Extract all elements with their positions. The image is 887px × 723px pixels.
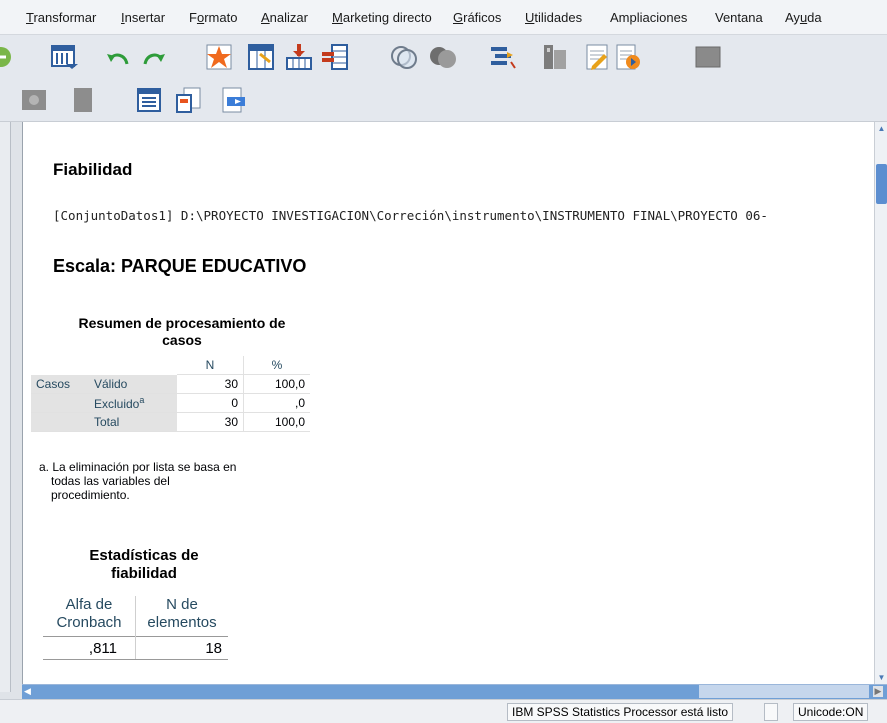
- table-row: ,811 18: [43, 636, 228, 660]
- output-title: Fiabilidad: [53, 160, 133, 179]
- value-labels-icon[interactable]: [540, 42, 570, 72]
- menu-transformar[interactable]: Transformar: [26, 10, 96, 25]
- scroll-up-icon[interactable]: ▲: [877, 124, 886, 133]
- row-group-label: Casos: [31, 374, 89, 394]
- reliability-table-title: Estadísticas de fiabilidad: [89, 547, 199, 582]
- output-viewer: Fiabilidad [ConjuntoDatos1] D:\PROYECTO …: [22, 122, 875, 684]
- cell-pct: 100,0: [243, 374, 310, 394]
- scale-title: Escala: PARQUE EDUCATIVO: [53, 256, 307, 276]
- scroll-left-icon[interactable]: ◀: [24, 686, 31, 697]
- insert-text-icon[interactable]: [219, 85, 249, 115]
- undo-icon[interactable]: [103, 44, 133, 74]
- table-footnote: a. La eliminación por lista se basa en t…: [39, 460, 237, 502]
- table-row: Total 30 100,0: [31, 412, 310, 432]
- spell-check-icon[interactable]: [613, 42, 643, 72]
- reliability-stats-table: Alfa de Cronbach N de elementos ,811 18: [43, 596, 228, 660]
- col-header-pct: %: [243, 356, 310, 375]
- goto-variable-icon[interactable]: [246, 42, 276, 72]
- cell-pct: 100,0: [243, 412, 310, 432]
- data-view-icon[interactable]: [48, 42, 78, 72]
- designate-window-icon[interactable]: [19, 85, 49, 115]
- collapse-icon[interactable]: [68, 85, 98, 115]
- cell-n: 0: [177, 393, 244, 413]
- menu-ampliaciones[interactable]: Ampliaciones: [610, 10, 687, 25]
- row-label: Válido: [89, 374, 177, 394]
- cell-alpha: ,811: [43, 636, 136, 660]
- cell-pct: ,0: [243, 393, 310, 413]
- summary-table-title: Resumen de procesamiento de casos: [78, 315, 286, 348]
- scroll-down-icon[interactable]: ▼: [877, 673, 886, 682]
- status-bar: IBM SPSS Statistics Processor está listo…: [0, 699, 887, 723]
- insert-heading-icon[interactable]: [174, 85, 204, 115]
- script-icon[interactable]: [693, 42, 723, 72]
- weight-cases-icon[interactable]: [428, 42, 458, 72]
- redo-icon[interactable]: [139, 44, 169, 74]
- table-row: Excluidoa 0 ,0: [31, 393, 310, 413]
- scroll-track[interactable]: [699, 685, 869, 698]
- use-sets-icon[interactable]: [582, 42, 612, 72]
- outline-pane-edge[interactable]: [0, 122, 11, 692]
- toolbar-viewer: [0, 79, 887, 122]
- col-header-n: N: [177, 356, 244, 375]
- split-file-icon[interactable]: [389, 42, 419, 72]
- goto-case-icon[interactable]: [204, 42, 234, 72]
- table-header-row: N %: [31, 356, 310, 375]
- menu-graficos[interactable]: Gráficos: [453, 10, 501, 25]
- unicode-status: Unicode:ON: [793, 703, 869, 721]
- scroll-thumb[interactable]: [876, 164, 887, 204]
- dataset-path: [ConjuntoDatos1] D:\PROYECTO INVESTIGACI…: [53, 208, 768, 223]
- recall-icon[interactable]: [0, 42, 16, 72]
- table-row: Casos Válido 30 100,0: [31, 374, 310, 394]
- menu-ventana[interactable]: Ventana: [715, 10, 763, 25]
- status-empty-box: [764, 703, 778, 721]
- cell-n: 30: [177, 412, 244, 432]
- insert-cases-icon[interactable]: [284, 42, 314, 72]
- row-label: Excluidoa: [89, 393, 177, 413]
- menu-analizar[interactable]: Analizar: [261, 10, 308, 25]
- row-label: Total: [89, 412, 177, 432]
- case-summary-table: N % Casos Válido 30 100,0 Excluidoa 0 ,0…: [31, 356, 310, 432]
- menu-formato[interactable]: Formato: [189, 10, 237, 25]
- show-all-icon[interactable]: [134, 85, 164, 115]
- insert-variable-icon[interactable]: [320, 42, 350, 72]
- menu-marketing-directo[interactable]: Marketing directo: [332, 10, 432, 25]
- menu-utilidades[interactable]: Utilidades: [525, 10, 582, 25]
- toolbar-main: [0, 35, 887, 79]
- vertical-scrollbar[interactable]: ▲ ▼: [874, 122, 887, 684]
- processor-status: IBM SPSS Statistics Processor está listo: [507, 703, 734, 721]
- menu-insertar[interactable]: Insertar: [121, 10, 165, 25]
- horizontal-scrollbar[interactable]: ◀ ▶: [22, 684, 887, 699]
- scroll-right-icon[interactable]: ▶: [873, 686, 883, 697]
- cell-n-items: 18: [135, 636, 228, 660]
- cell-n: 30: [177, 374, 244, 394]
- menu-ayuda[interactable]: Ayuda: [785, 10, 822, 25]
- select-cases-icon[interactable]: [487, 42, 517, 72]
- col-header-n-items: N de elementos: [147, 596, 217, 631]
- menu-bar: Transformar Insertar Formato Analizar Ma…: [0, 0, 887, 35]
- col-header-alpha: Alfa de Cronbach: [43, 596, 136, 637]
